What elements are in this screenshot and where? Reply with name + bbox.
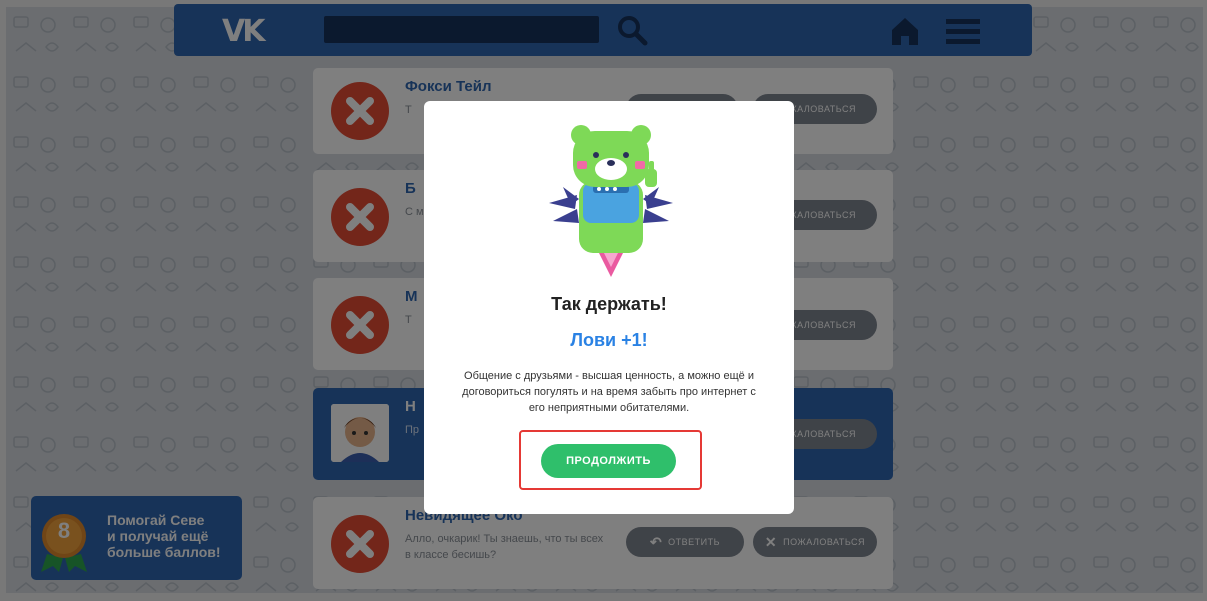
bear-mascot-icon xyxy=(549,125,673,277)
continue-button[interactable]: ПРОДОЛЖИТЬ xyxy=(541,444,676,478)
reward-text: Лови +1! xyxy=(570,330,648,350)
dialog-title: Так держать! xyxy=(551,294,667,314)
reward-dialog: Так держать! Лови +1! Общение с друзьями… xyxy=(424,101,794,514)
dialog-message: Общение с друзьями - высшая ценность, а … xyxy=(462,370,756,414)
